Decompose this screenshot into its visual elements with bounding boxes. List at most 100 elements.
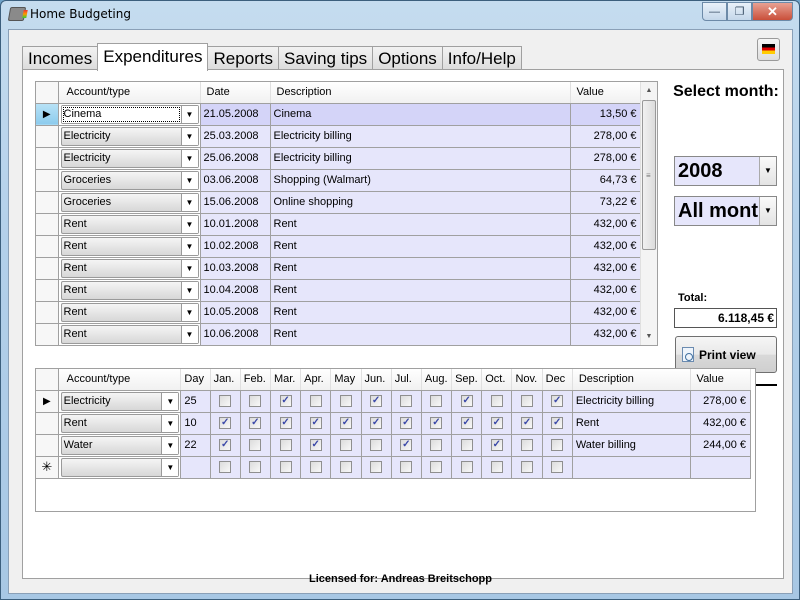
month-checkbox-cell[interactable]: ✓ (300, 434, 332, 457)
date-cell[interactable]: 10.03.2008 (200, 257, 271, 280)
value-cell[interactable]: 278,00 € (570, 147, 642, 170)
day-cell[interactable]: 25 (180, 390, 211, 413)
expenditure-row[interactable]: Groceries ▼ 03.06.2008 Shopping (Walmart) 64… (36, 169, 642, 192)
month-checkbox-cell[interactable] (210, 456, 241, 479)
month-checkbox-cell[interactable] (361, 434, 392, 457)
value-cell[interactable]: 278,00 € (690, 390, 752, 413)
tab-options[interactable]: Options (372, 46, 443, 70)
month-checkbox-cell[interactable] (511, 434, 543, 457)
tab-saving-tips[interactable]: Saving tips (278, 46, 374, 70)
tab-info-help[interactable]: Info/Help (441, 46, 522, 70)
chevron-down-icon[interactable]: ▼ (759, 157, 776, 185)
date-cell[interactable]: 25.03.2008 (200, 125, 271, 148)
month-checkbox-cell[interactable]: ✓ (270, 412, 302, 435)
account-combobox[interactable]: ▼ (58, 456, 182, 479)
column-header-value[interactable]: Value (570, 82, 642, 104)
unchecked-checkbox[interactable] (339, 395, 352, 408)
month-checkbox-cell[interactable]: ✓ (240, 412, 271, 435)
value-cell[interactable]: 432,00 € (570, 235, 642, 258)
unchecked-checkbox[interactable] (370, 439, 383, 452)
month-checkbox-cell[interactable]: ✓ (270, 390, 302, 413)
account-combobox[interactable]: Cinema ▼ (58, 103, 201, 126)
row-header[interactable] (36, 125, 59, 148)
row-header[interactable] (36, 191, 59, 214)
date-cell[interactable]: 15.06.2008 (200, 191, 271, 214)
month-checkbox-cell[interactable] (270, 456, 302, 479)
month-dropdown[interactable]: All months ▼ (674, 196, 777, 226)
account-combobox[interactable]: Rent ▼ (58, 213, 201, 236)
title-bar[interactable]: Home Budgeting — ❐ ✕ (1, 1, 799, 29)
unchecked-checkbox[interactable] (309, 461, 322, 474)
expenditure-row[interactable]: Rent ▼ 10.01.2008 Rent 432,00 € (36, 213, 642, 236)
account-combobox[interactable]: Electricity ▼ (58, 125, 201, 148)
value-cell[interactable]: 13,50 € (570, 103, 642, 126)
unchecked-checkbox[interactable] (490, 461, 503, 474)
scroll-down-icon[interactable]: ▼ (641, 328, 657, 345)
unchecked-checkbox[interactable] (309, 395, 322, 408)
description-cell[interactable]: Rent (270, 213, 571, 236)
column-header[interactable]: Nov. (511, 369, 543, 391)
row-header[interactable] (36, 323, 59, 345)
chevron-down-icon[interactable]: ▼ (180, 215, 198, 233)
checked-checkbox[interactable]: ✓ (309, 417, 322, 430)
month-checkbox-cell[interactable]: ✓ (511, 412, 543, 435)
month-checkbox-cell[interactable]: ✓ (361, 390, 392, 413)
column-header[interactable]: Feb. (240, 369, 271, 391)
value-cell[interactable]: 432,00 € (690, 412, 752, 435)
row-header[interactable]: ✳ (36, 456, 59, 479)
expenditure-row[interactable]: Rent ▼ 10.03.2008 Rent 432,00 € (36, 257, 642, 280)
month-checkbox-cell[interactable] (421, 456, 453, 479)
column-header[interactable]: Sep. (451, 369, 483, 391)
unchecked-checkbox[interactable] (339, 439, 352, 452)
unchecked-checkbox[interactable] (460, 461, 473, 474)
month-checkbox-cell[interactable] (210, 390, 241, 413)
unchecked-checkbox[interactable] (249, 395, 262, 408)
checked-checkbox[interactable]: ✓ (249, 417, 262, 430)
unchecked-checkbox[interactable] (400, 461, 413, 474)
column-header[interactable]: Description (572, 369, 691, 391)
value-cell[interactable]: 432,00 € (570, 301, 642, 324)
month-checkbox-cell[interactable]: ✓ (391, 434, 422, 457)
checked-checkbox[interactable]: ✓ (551, 417, 564, 430)
row-header[interactable]: ▶ (36, 103, 59, 126)
checked-checkbox[interactable]: ✓ (490, 417, 503, 430)
expenditure-row[interactable]: ▶ Cinema ▼ 21.05.2008 Cinema 13,50 € (36, 103, 642, 126)
checked-checkbox[interactable]: ✓ (551, 395, 564, 408)
tab-expenditures[interactable]: Expenditures (97, 43, 209, 71)
column-header[interactable]: Oct. (481, 369, 513, 391)
description-cell[interactable]: Water billing (572, 434, 691, 457)
checked-checkbox[interactable]: ✓ (279, 395, 292, 408)
chevron-down-icon[interactable]: ▼ (180, 281, 198, 299)
month-checkbox-cell[interactable] (240, 456, 271, 479)
account-combobox[interactable]: Rent ▼ (58, 235, 201, 258)
expenditure-row[interactable]: Electricity ▼ 25.03.2008 Electricity billin… (36, 125, 642, 148)
column-header-description[interactable]: Description (270, 82, 571, 104)
description-cell[interactable]: Shopping (Walmart) (270, 169, 571, 192)
row-header[interactable] (36, 147, 59, 170)
value-cell[interactable] (690, 456, 752, 479)
month-checkbox-cell[interactable] (481, 390, 513, 413)
checked-checkbox[interactable]: ✓ (339, 417, 352, 430)
column-header[interactable]: Day (180, 369, 211, 391)
month-checkbox-cell[interactable]: ✓ (300, 412, 332, 435)
unchecked-checkbox[interactable] (430, 395, 443, 408)
month-checkbox-cell[interactable]: ✓ (481, 434, 513, 457)
expenditure-row[interactable]: Rent ▼ 10.05.2008 Rent 432,00 € (36, 301, 642, 324)
description-cell[interactable]: Electricity billing (270, 125, 571, 148)
account-combobox[interactable]: Rent ▼ (58, 323, 201, 345)
column-header[interactable]: May (330, 369, 362, 391)
chevron-down-icon[interactable]: ▼ (180, 193, 198, 211)
month-checkbox-cell[interactable] (542, 456, 573, 479)
planned-row[interactable]: Water ▼ 22 ✓ ✓ ✓ ✓ Water billing 244,00 € (36, 434, 752, 457)
chevron-down-icon[interactable]: ▼ (161, 414, 179, 432)
month-checkbox-cell[interactable]: ✓ (481, 412, 513, 435)
unchecked-checkbox[interactable] (339, 461, 352, 474)
account-combobox[interactable]: Rent ▼ (58, 412, 182, 435)
value-cell[interactable]: 244,00 € (690, 434, 752, 457)
description-cell[interactable]: Electricity billing (572, 390, 691, 413)
description-cell[interactable]: Rent (270, 235, 571, 258)
column-header[interactable]: Apr. (300, 369, 332, 391)
account-combobox[interactable]: Rent ▼ (58, 301, 201, 324)
month-checkbox-cell[interactable] (421, 390, 453, 413)
value-cell[interactable]: 64,73 € (570, 169, 642, 192)
